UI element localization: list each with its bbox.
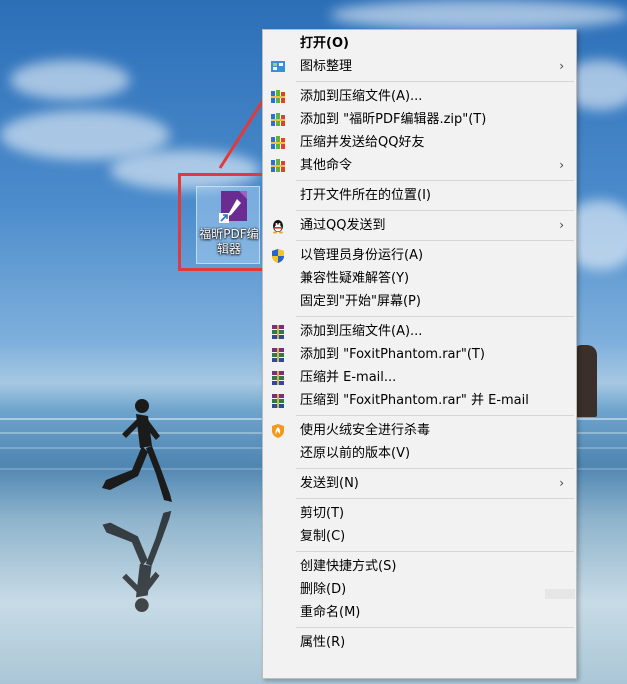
winrar-icon	[269, 111, 286, 128]
winrar-icon	[269, 157, 286, 174]
uac-shield-icon	[269, 247, 286, 264]
menu-item-compat[interactable]: 兼容性疑难解答(Y)	[263, 267, 576, 290]
menu-item-properties[interactable]: 属性(R)	[263, 631, 576, 654]
menu-item-icon-arrange[interactable]: 图标整理 ›	[263, 55, 576, 78]
menu-item-compress-qq[interactable]: 压缩并发送给QQ好友	[263, 131, 576, 154]
menu-item-label: 创建快捷方式(S)	[300, 559, 397, 574]
menu-separator	[296, 316, 574, 317]
menu-item-rar-email[interactable]: 压缩并 E-mail...	[263, 366, 576, 389]
menu-separator	[296, 468, 574, 469]
chevron-right-icon: ›	[559, 218, 564, 232]
menu-separator	[296, 551, 574, 552]
menu-separator	[296, 180, 574, 181]
menu-item-label: 打开(O)	[300, 36, 349, 51]
menu-separator	[296, 81, 574, 82]
cloud	[330, 0, 627, 30]
menu-item-send-to[interactable]: 发送到(N) ›	[263, 472, 576, 495]
chevron-right-icon: ›	[559, 158, 564, 172]
menu-item-huorong-scan[interactable]: 使用火绒安全进行杀毒	[263, 419, 576, 442]
menu-item-label: 兼容性疑难解答(Y)	[300, 271, 410, 286]
menu-item-label: 属性(R)	[300, 635, 346, 650]
menu-item-label: 以管理员身份运行(A)	[300, 248, 424, 263]
menu-item-open[interactable]: 打开(O)	[263, 32, 576, 55]
menu-item-rar-name-email[interactable]: 压缩到 "FoxitPhantom.rar" 并 E-mail	[263, 389, 576, 412]
menu-item-open-location[interactable]: 打开文件所在的位置(I)	[263, 184, 576, 207]
menu-item-create-shortcut[interactable]: 创建快捷方式(S)	[263, 555, 576, 578]
cloud	[10, 60, 130, 100]
menu-item-other-commands[interactable]: 其他命令 ›	[263, 154, 576, 177]
menu-scroll-nub[interactable]	[545, 589, 575, 599]
runner-silhouette	[102, 399, 172, 502]
menu-item-add-archive[interactable]: 添加到压缩文件(A)...	[263, 85, 576, 108]
menu-item-label: 其他命令	[300, 158, 353, 173]
menu-separator	[296, 415, 574, 416]
menu-item-label: 添加到 "福昕PDF编辑器.zip"(T)	[300, 112, 487, 127]
menu-item-label: 压缩并 E-mail...	[300, 370, 397, 385]
winrar-icon	[269, 88, 286, 105]
context-menu: 打开(O) 图标整理 › 添加到压缩文件(A)... 添加到 "福昕PDF编辑器.zip…	[262, 29, 577, 679]
menu-item-label: 发送到(N)	[300, 476, 359, 491]
menu-item-label: 添加到 "FoxitPhantom.rar"(T)	[300, 347, 485, 362]
menu-item-run-admin[interactable]: 以管理员身份运行(A)	[263, 244, 576, 267]
menu-item-delete[interactable]: 删除(D)	[263, 578, 576, 601]
menu-item-label: 添加到压缩文件(A)...	[300, 89, 423, 104]
rar-books-icon	[269, 323, 286, 340]
menu-item-label: 剪切(T)	[300, 506, 345, 521]
sea-rock	[575, 345, 597, 417]
desktop-wallpaper: 福昕PDF编辑器 打开(O) 图标整理 › 添加到压缩文件(A)... 添加到 "福昕P…	[0, 0, 627, 684]
menu-item-restore-version[interactable]: 还原以前的版本(V)	[263, 442, 576, 465]
menu-item-rar-add-name[interactable]: 添加到 "FoxitPhantom.rar"(T)	[263, 343, 576, 366]
menu-item-label: 重命名(M)	[300, 605, 361, 620]
menu-item-pin-start[interactable]: 固定到"开始"屏幕(P)	[263, 290, 576, 313]
highlight-box	[178, 173, 270, 271]
huorong-shield-icon	[269, 422, 286, 439]
menu-item-label: 添加到压缩文件(A)...	[300, 324, 423, 339]
menu-separator	[296, 210, 574, 211]
menu-item-add-zip[interactable]: 添加到 "福昕PDF编辑器.zip"(T)	[263, 108, 576, 131]
menu-item-label: 还原以前的版本(V)	[300, 446, 411, 461]
rar-books-icon	[269, 369, 286, 386]
menu-item-label: 通过QQ发送到	[300, 218, 386, 233]
chevron-right-icon: ›	[559, 476, 564, 490]
winrar-icon	[269, 134, 286, 151]
menu-item-rename[interactable]: 重命名(M)	[263, 601, 576, 624]
menu-item-rar-add[interactable]: 添加到压缩文件(A)...	[263, 320, 576, 343]
menu-item-label: 使用火绒安全进行杀毒	[300, 423, 431, 438]
menu-item-label: 固定到"开始"屏幕(P)	[300, 294, 421, 309]
menu-item-label: 删除(D)	[300, 582, 347, 597]
menu-item-cut[interactable]: 剪切(T)	[263, 502, 576, 525]
menu-item-copy[interactable]: 复制(C)	[263, 525, 576, 548]
arrange-icon	[269, 58, 286, 75]
qq-penguin-icon	[269, 217, 286, 234]
runner-reflection	[102, 510, 172, 613]
menu-item-label: 图标整理	[300, 59, 353, 74]
menu-item-send-qq[interactable]: 通过QQ发送到 ›	[263, 214, 576, 237]
chevron-right-icon: ›	[559, 59, 564, 73]
menu-item-label: 打开文件所在的位置(I)	[300, 188, 431, 203]
rar-books-icon	[269, 392, 286, 409]
menu-separator	[296, 240, 574, 241]
menu-item-label: 复制(C)	[300, 529, 346, 544]
menu-separator	[296, 627, 574, 628]
rar-books-icon	[269, 346, 286, 363]
menu-item-label: 压缩到 "FoxitPhantom.rar" 并 E-mail	[300, 393, 529, 408]
menu-separator	[296, 498, 574, 499]
menu-item-label: 压缩并发送给QQ好友	[300, 135, 425, 150]
